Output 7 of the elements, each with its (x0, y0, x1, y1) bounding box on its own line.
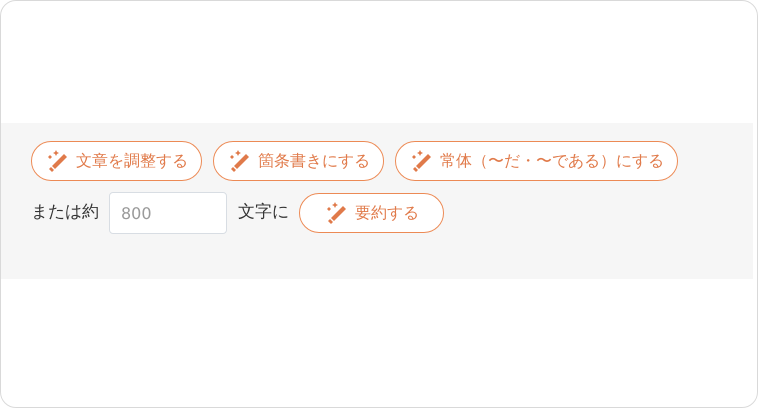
action-button[interactable]: 箇条書きにする (213, 141, 384, 181)
action-button[interactable]: 文章を調整する (31, 141, 202, 181)
suffix-label: 文字に (238, 201, 289, 224)
summarize-button[interactable]: 要約する (299, 193, 444, 233)
character-count-field[interactable]: 800 (109, 192, 227, 234)
action-button[interactable]: 常体（〜だ・〜である）にする (395, 141, 678, 181)
prefix-label: または約 (31, 201, 99, 224)
